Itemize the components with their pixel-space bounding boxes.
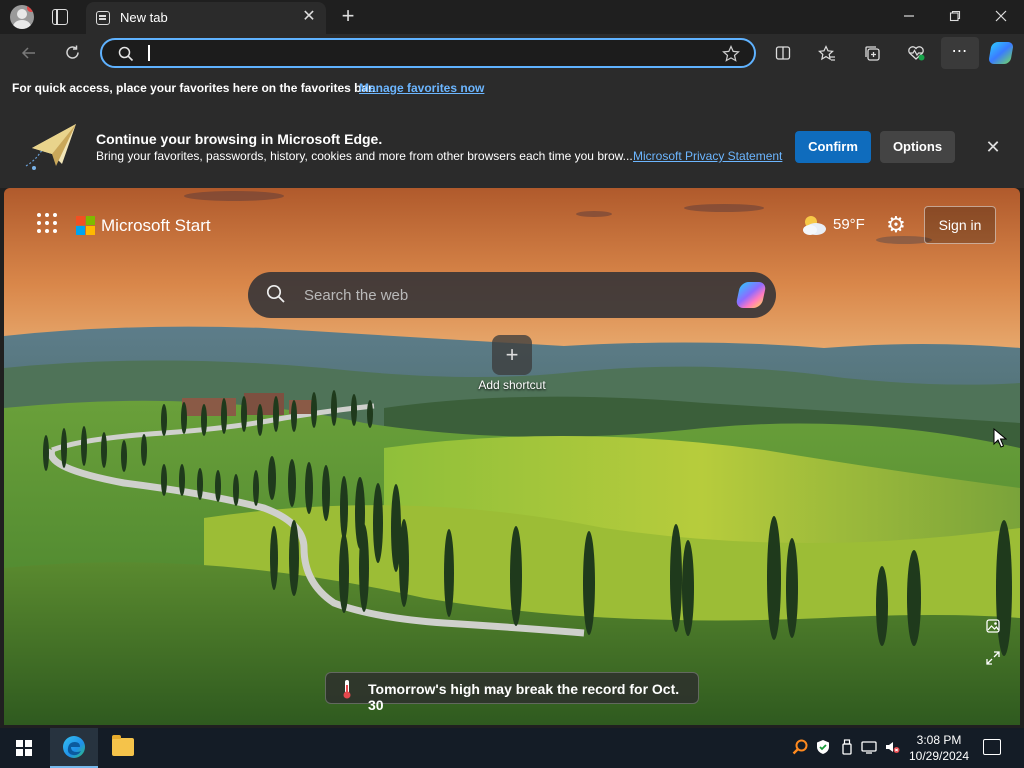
refresh-button[interactable] — [57, 38, 87, 68]
taskbar-edge-button[interactable] — [50, 728, 98, 768]
microsoft-logo-icon — [76, 216, 96, 236]
notification-title: Continue your browsing in Microsoft Edge… — [96, 131, 383, 147]
collections-icon[interactable] — [857, 38, 887, 68]
search-tray-icon[interactable] — [792, 739, 808, 755]
notification-body: Bring your favorites, passwords, history… — [96, 149, 633, 163]
copilot-icon[interactable] — [988, 42, 1014, 64]
weather-news-banner[interactable]: Tomorrow's high may break the record for… — [325, 672, 699, 713]
new-tab-button[interactable]: + — [336, 4, 360, 28]
address-input[interactable] — [142, 43, 712, 63]
image-info-icon[interactable] — [985, 618, 1001, 634]
network-icon[interactable] — [861, 739, 877, 755]
navigation-bar: ⋯ — [0, 34, 1024, 72]
text-caret — [148, 45, 150, 61]
options-button[interactable]: Options — [880, 131, 955, 163]
privacy-statement-link[interactable]: Microsoft Privacy Statement — [633, 149, 782, 163]
tabs-icon[interactable] — [52, 9, 68, 25]
manage-favorites-link[interactable]: Manage favorites now — [359, 81, 484, 95]
news-headline: Tomorrow's high may break the record for… — [368, 681, 680, 713]
search-icon — [118, 46, 134, 62]
browser-essentials-icon[interactable] — [901, 38, 931, 68]
profile-icon[interactable] — [10, 5, 34, 29]
search-icon — [266, 284, 285, 303]
mouse-cursor-icon — [993, 428, 1007, 448]
apps-grid-icon[interactable] — [37, 213, 59, 235]
taskbar: 3:08 PM 10/29/2024 — [0, 728, 1024, 768]
confirm-button[interactable]: Confirm — [795, 131, 871, 163]
notification-close-button[interactable]: ✕ — [980, 134, 1006, 160]
web-search-input[interactable] — [304, 284, 704, 306]
security-shield-icon[interactable] — [815, 739, 831, 755]
import-notification: Continue your browsing in Microsoft Edge… — [0, 104, 1024, 188]
sign-in-button[interactable]: Sign in — [924, 206, 996, 244]
back-button[interactable] — [14, 38, 44, 68]
paper-plane-icon — [25, 124, 76, 170]
usb-device-icon[interactable] — [839, 739, 855, 755]
new-tab-icon — [96, 11, 110, 25]
clock-time[interactable]: 3:08 PM — [900, 733, 978, 747]
address-bar[interactable] — [100, 38, 756, 68]
restore-button[interactable] — [932, 0, 978, 34]
tab-new-tab[interactable]: New tab ✕ — [86, 2, 326, 34]
clock-date[interactable]: 10/29/2024 — [900, 749, 978, 763]
close-window-button[interactable] — [978, 0, 1024, 34]
microsoft-start-brand[interactable]: Microsoft Start — [101, 216, 211, 236]
add-shortcut-button[interactable]: + — [492, 335, 532, 375]
thermometer-icon — [343, 680, 351, 699]
notification-dot — [27, 5, 34, 12]
new-tab-page: Microsoft Start 59°F ⚙ Sign in + Add sho… — [4, 188, 1020, 725]
favorites-bar-hint: For quick access, place your favorites h… — [12, 81, 376, 95]
volume-muted-icon[interactable] — [884, 739, 900, 755]
more-options-button[interactable]: ⋯ — [941, 37, 979, 69]
title-bar: New tab ✕ + — [0, 0, 1024, 34]
windows-start-icon[interactable] — [16, 740, 32, 756]
tab-close-button[interactable]: ✕ — [300, 8, 318, 26]
favorites-icon[interactable] — [812, 38, 842, 68]
minimize-button[interactable] — [886, 0, 932, 34]
split-screen-icon[interactable] — [768, 38, 798, 68]
weather-icon[interactable] — [800, 214, 828, 236]
file-explorer-icon[interactable] — [112, 735, 134, 756]
copilot-icon[interactable] — [735, 282, 767, 308]
temperature-label[interactable]: 59°F — [833, 216, 865, 233]
favorite-star-icon[interactable] — [722, 45, 740, 63]
favorites-bar: For quick access, place your favorites h… — [0, 72, 1024, 104]
expand-icon[interactable] — [985, 650, 1001, 666]
tab-title: New tab — [120, 10, 168, 25]
edge-icon — [63, 736, 85, 758]
add-shortcut-label[interactable]: Add shortcut — [452, 378, 572, 392]
web-search-box[interactable] — [248, 272, 776, 318]
background-image — [4, 188, 1020, 725]
settings-icon[interactable]: ⚙ — [884, 213, 908, 237]
notification-center-icon[interactable] — [983, 739, 1001, 755]
